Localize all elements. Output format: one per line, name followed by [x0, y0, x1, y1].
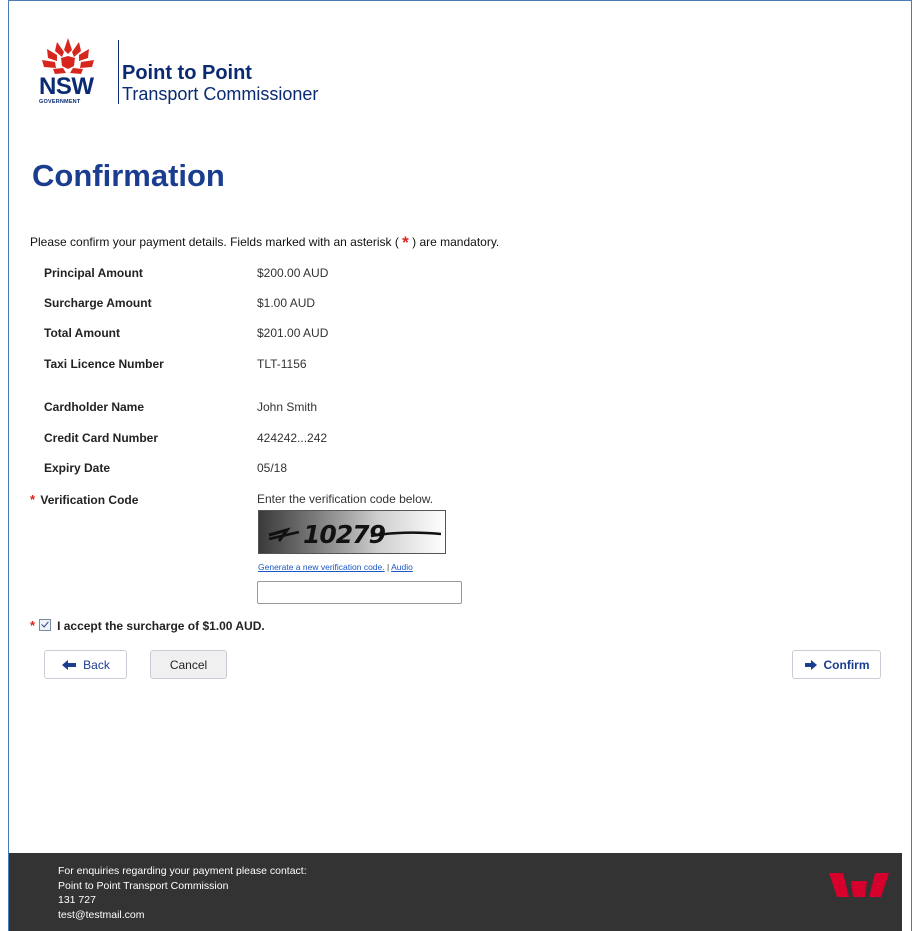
detail-value: $1.00 AUD	[257, 296, 316, 310]
generate-new-code-link[interactable]: Generate a new verification code.	[258, 562, 385, 572]
required-asterisk-icon: *	[402, 233, 409, 252]
verification-code-label: * Verification Code	[30, 492, 138, 507]
verification-code-label-text: Verification Code	[40, 493, 139, 507]
accept-surcharge-checkbox[interactable]	[39, 619, 52, 631]
detail-row-cardholder-name: Cardholder Name John Smith	[44, 400, 474, 418]
captcha-image: 10279	[258, 510, 446, 554]
verification-code-input[interactable]	[257, 581, 462, 604]
required-asterisk-icon: *	[30, 492, 36, 507]
back-button-label: Back	[83, 657, 110, 672]
captcha-graphic: 10279	[268, 520, 442, 549]
government-wordmark: GOVERNMENT	[39, 99, 81, 105]
footer: For enquiries regarding your payment ple…	[9, 853, 902, 931]
footer-enquiries-text: For enquiries regarding your payment ple…	[58, 865, 307, 877]
detail-row-surcharge-amount: Surcharge Amount $1.00 AUD	[44, 296, 474, 314]
arrow-right-icon	[804, 659, 818, 671]
intro-text: Please confirm your payment details. Fie…	[30, 233, 499, 253]
footer-email: test@testmail.com	[58, 908, 145, 921]
verification-instructions: Enter the verification code below.	[257, 492, 434, 506]
footer-organisation: Point to Point Transport Commission	[58, 879, 229, 892]
confirm-button[interactable]: Confirm	[792, 650, 881, 679]
detail-value: John Smith	[257, 400, 318, 414]
waratah-flower-icon	[42, 38, 94, 74]
accept-surcharge-row: * I accept the surcharge of $1.00 AUD.	[30, 618, 265, 633]
detail-label: Total Amount	[44, 326, 120, 340]
required-asterisk-icon: *	[30, 618, 36, 633]
nsw-wordmark: NSW	[39, 73, 94, 100]
detail-label: Surcharge Amount	[44, 296, 152, 310]
audio-captcha-link[interactable]: Audio	[391, 562, 413, 572]
arrow-left-icon	[61, 659, 77, 671]
detail-row-total-amount: Total Amount $201.00 AUD	[44, 326, 474, 344]
accept-surcharge-label[interactable]: I accept the surcharge of $1.00 AUD.	[57, 619, 265, 633]
logo-divider	[118, 40, 119, 104]
detail-row-expiry-date: Expiry Date 05/18	[44, 461, 474, 479]
cancel-button[interactable]: Cancel	[150, 650, 227, 679]
logo-title: Point to Point	[122, 62, 252, 84]
detail-value: $201.00 AUD	[257, 326, 329, 340]
detail-value: 424242...242	[257, 431, 328, 445]
detail-label: Expiry Date	[44, 461, 111, 475]
footer-phone: 131 727	[58, 894, 96, 906]
page-title: Confirmation	[32, 158, 225, 193]
detail-value: 05/18	[257, 461, 288, 475]
intro-text-start: Please confirm your payment details. Fie…	[30, 235, 403, 249]
confirm-button-label: Confirm	[823, 657, 870, 672]
captcha-links: Generate a new verification code. | Audi…	[258, 562, 413, 572]
detail-value: TLT-1156	[257, 357, 307, 371]
westpac-logo-icon	[829, 873, 889, 897]
detail-value: $200.00 AUD	[257, 266, 329, 280]
footer-contact: For enquiries regarding your payment ple…	[58, 864, 307, 922]
logo-subtitle: Transport Commissioner	[122, 84, 319, 104]
detail-label: Taxi Licence Number	[44, 357, 164, 371]
detail-label: Principal Amount	[44, 266, 143, 280]
detail-row-principal-amount: Principal Amount $200.00 AUD	[44, 266, 474, 284]
detail-row-taxi-licence-number: Taxi Licence Number TLT-1156	[44, 357, 474, 375]
cancel-button-label: Cancel	[169, 657, 208, 672]
back-button[interactable]: Back	[44, 650, 127, 679]
detail-label: Cardholder Name	[44, 400, 145, 414]
detail-row-credit-card-number: Credit Card Number 424242...242	[44, 431, 474, 449]
detail-label: Credit Card Number	[44, 431, 159, 445]
intro-text-end: ) are mandatory.	[408, 235, 500, 249]
